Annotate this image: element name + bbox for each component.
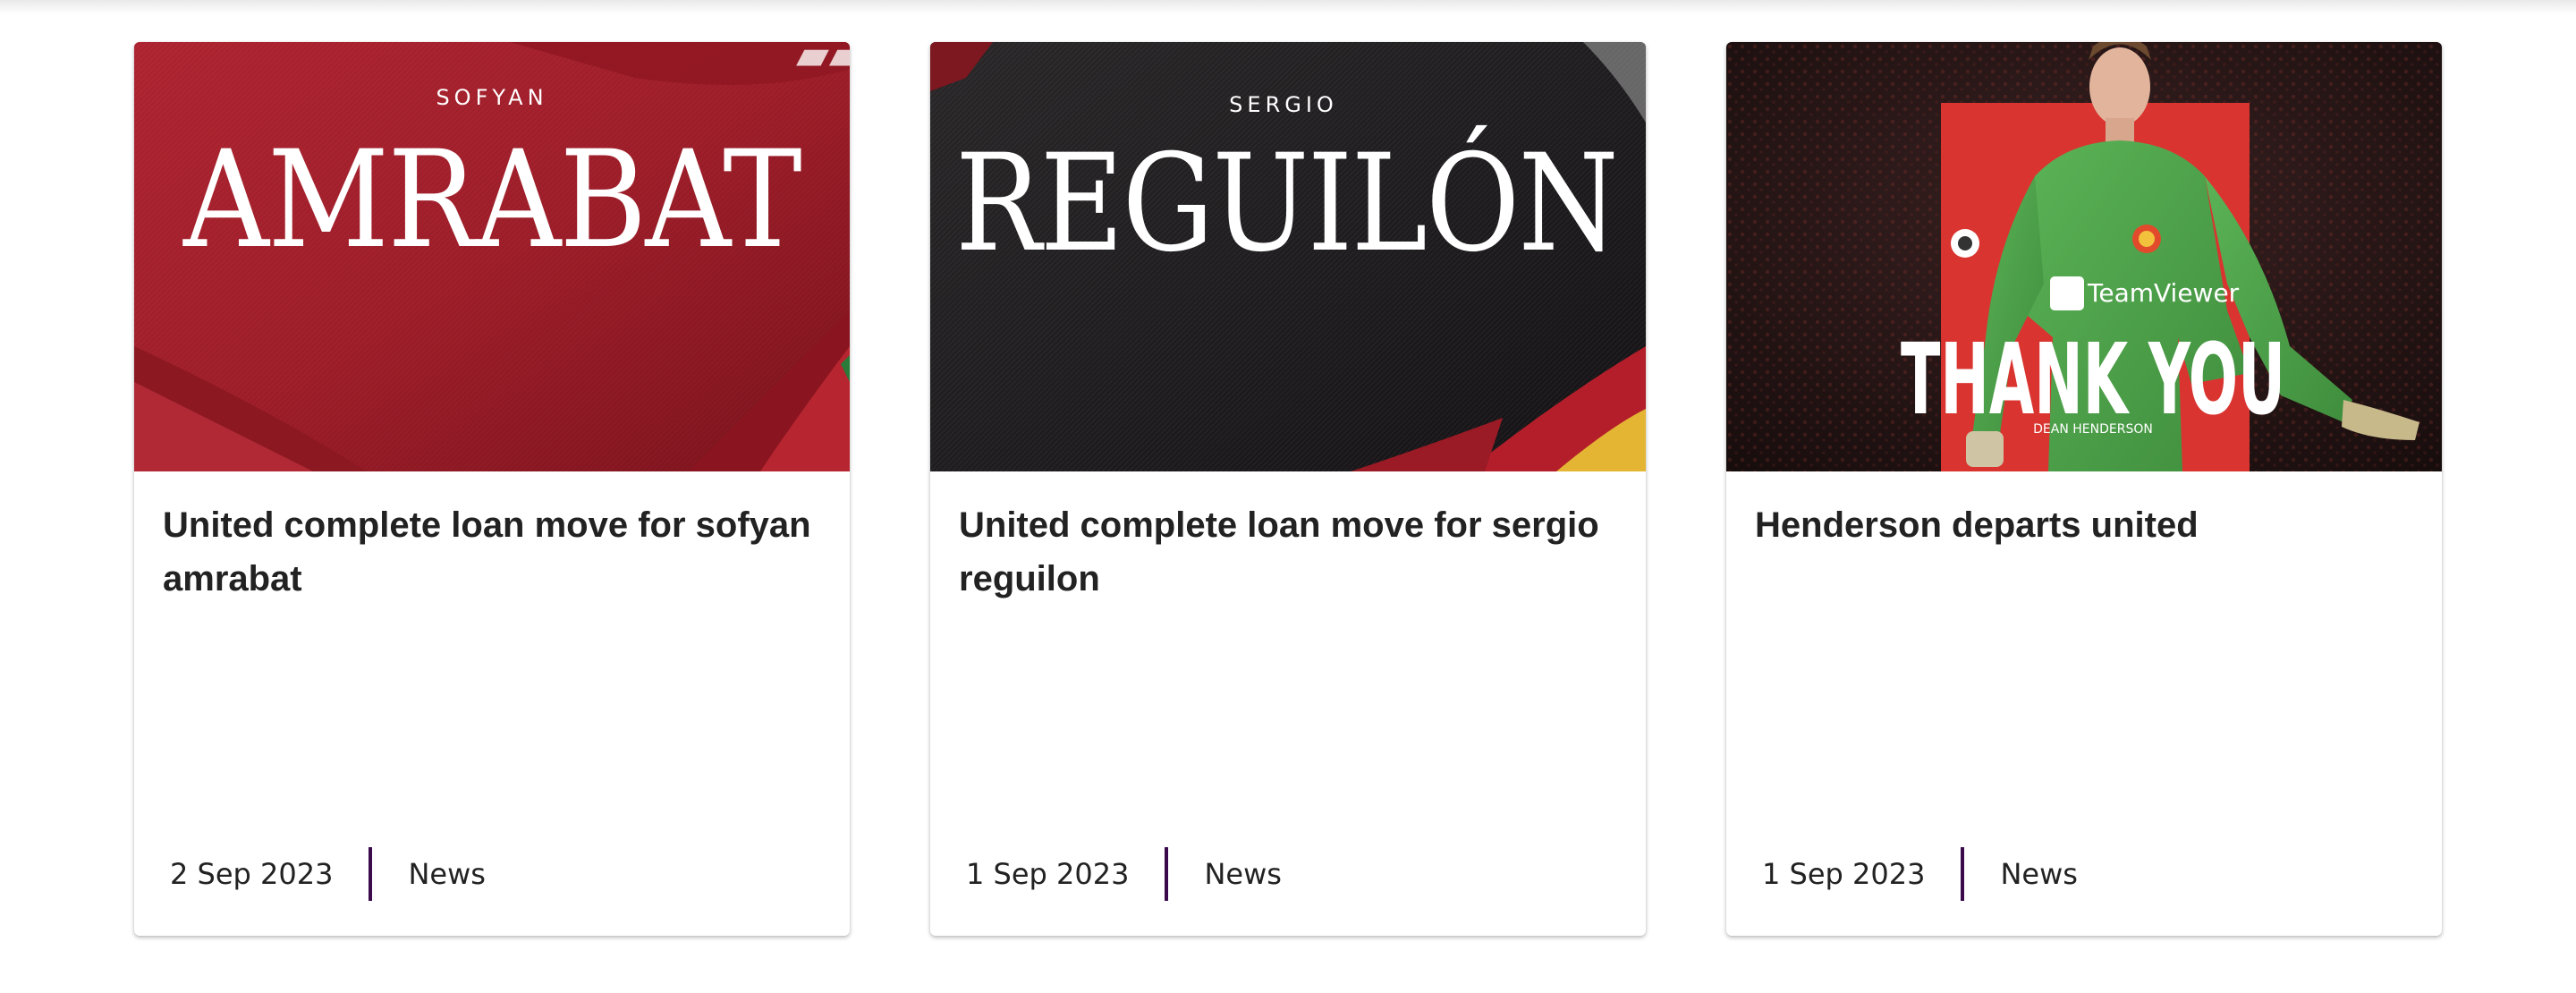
amrabat-jersey-graphic: ▰▰ SOFYAN AMRABAT — [134, 42, 850, 471]
reguilon-last-name: REGUILÓN — [955, 125, 1617, 282]
card-title[interactable]: United complete loan move for sofyan amr… — [163, 498, 825, 606]
meta-divider — [369, 847, 373, 901]
henderson-goalkeeper-graphic: TeamViewer THANK YOU DEAN HENDERSON — [1726, 42, 2442, 471]
card-meta: 2 Sep 2023 News — [170, 847, 486, 901]
news-card-list: ▰▰ SOFYAN AMRABAT United complete loan m… — [134, 42, 2442, 936]
top-shadow — [0, 0, 2576, 14]
news-card-henderson[interactable]: TeamViewer THANK YOU DEAN HENDERSON Hend… — [1726, 42, 2442, 936]
svg-text:▰▰: ▰▰ — [796, 42, 850, 80]
card-meta: 1 Sep 2023 News — [1762, 847, 2078, 901]
reguilon-jersey-graphic: SERGIO REGUILÓN — [930, 42, 1646, 471]
card-category[interactable]: News — [408, 857, 485, 891]
card-title[interactable]: Henderson departs united — [1755, 498, 2417, 552]
card-date: 2 Sep 2023 — [170, 857, 334, 891]
card-date: 1 Sep 2023 — [966, 857, 1130, 891]
card-image-amrabat[interactable]: ▰▰ SOFYAN AMRABAT — [134, 42, 850, 471]
meta-divider — [1961, 847, 1965, 901]
card-image-reguilon[interactable]: SERGIO REGUILÓN — [930, 42, 1646, 471]
card-category[interactable]: News — [1204, 857, 1281, 891]
henderson-caption: DEAN HENDERSON — [2033, 422, 2153, 437]
sponsor-logo-text: TeamViewer — [2087, 278, 2240, 308]
card-image-henderson[interactable]: TeamViewer THANK YOU DEAN HENDERSON — [1726, 42, 2442, 471]
card-date: 1 Sep 2023 — [1762, 857, 1926, 891]
card-meta: 1 Sep 2023 News — [966, 847, 1282, 901]
amrabat-last-name: AMRABAT — [182, 123, 801, 278]
news-card-reguilon[interactable]: SERGIO REGUILÓN United complete loan mov… — [930, 42, 1646, 936]
reguilon-first-name: SERGIO — [1229, 92, 1338, 117]
amrabat-first-name: SOFYAN — [436, 85, 547, 110]
card-title[interactable]: United complete loan move for sergio reg… — [959, 498, 1621, 606]
news-card-amrabat[interactable]: ▰▰ SOFYAN AMRABAT United complete loan m… — [134, 42, 850, 936]
meta-divider — [1165, 847, 1169, 901]
henderson-headline: THANK YOU — [1901, 322, 2285, 437]
card-category[interactable]: News — [2000, 857, 2077, 891]
